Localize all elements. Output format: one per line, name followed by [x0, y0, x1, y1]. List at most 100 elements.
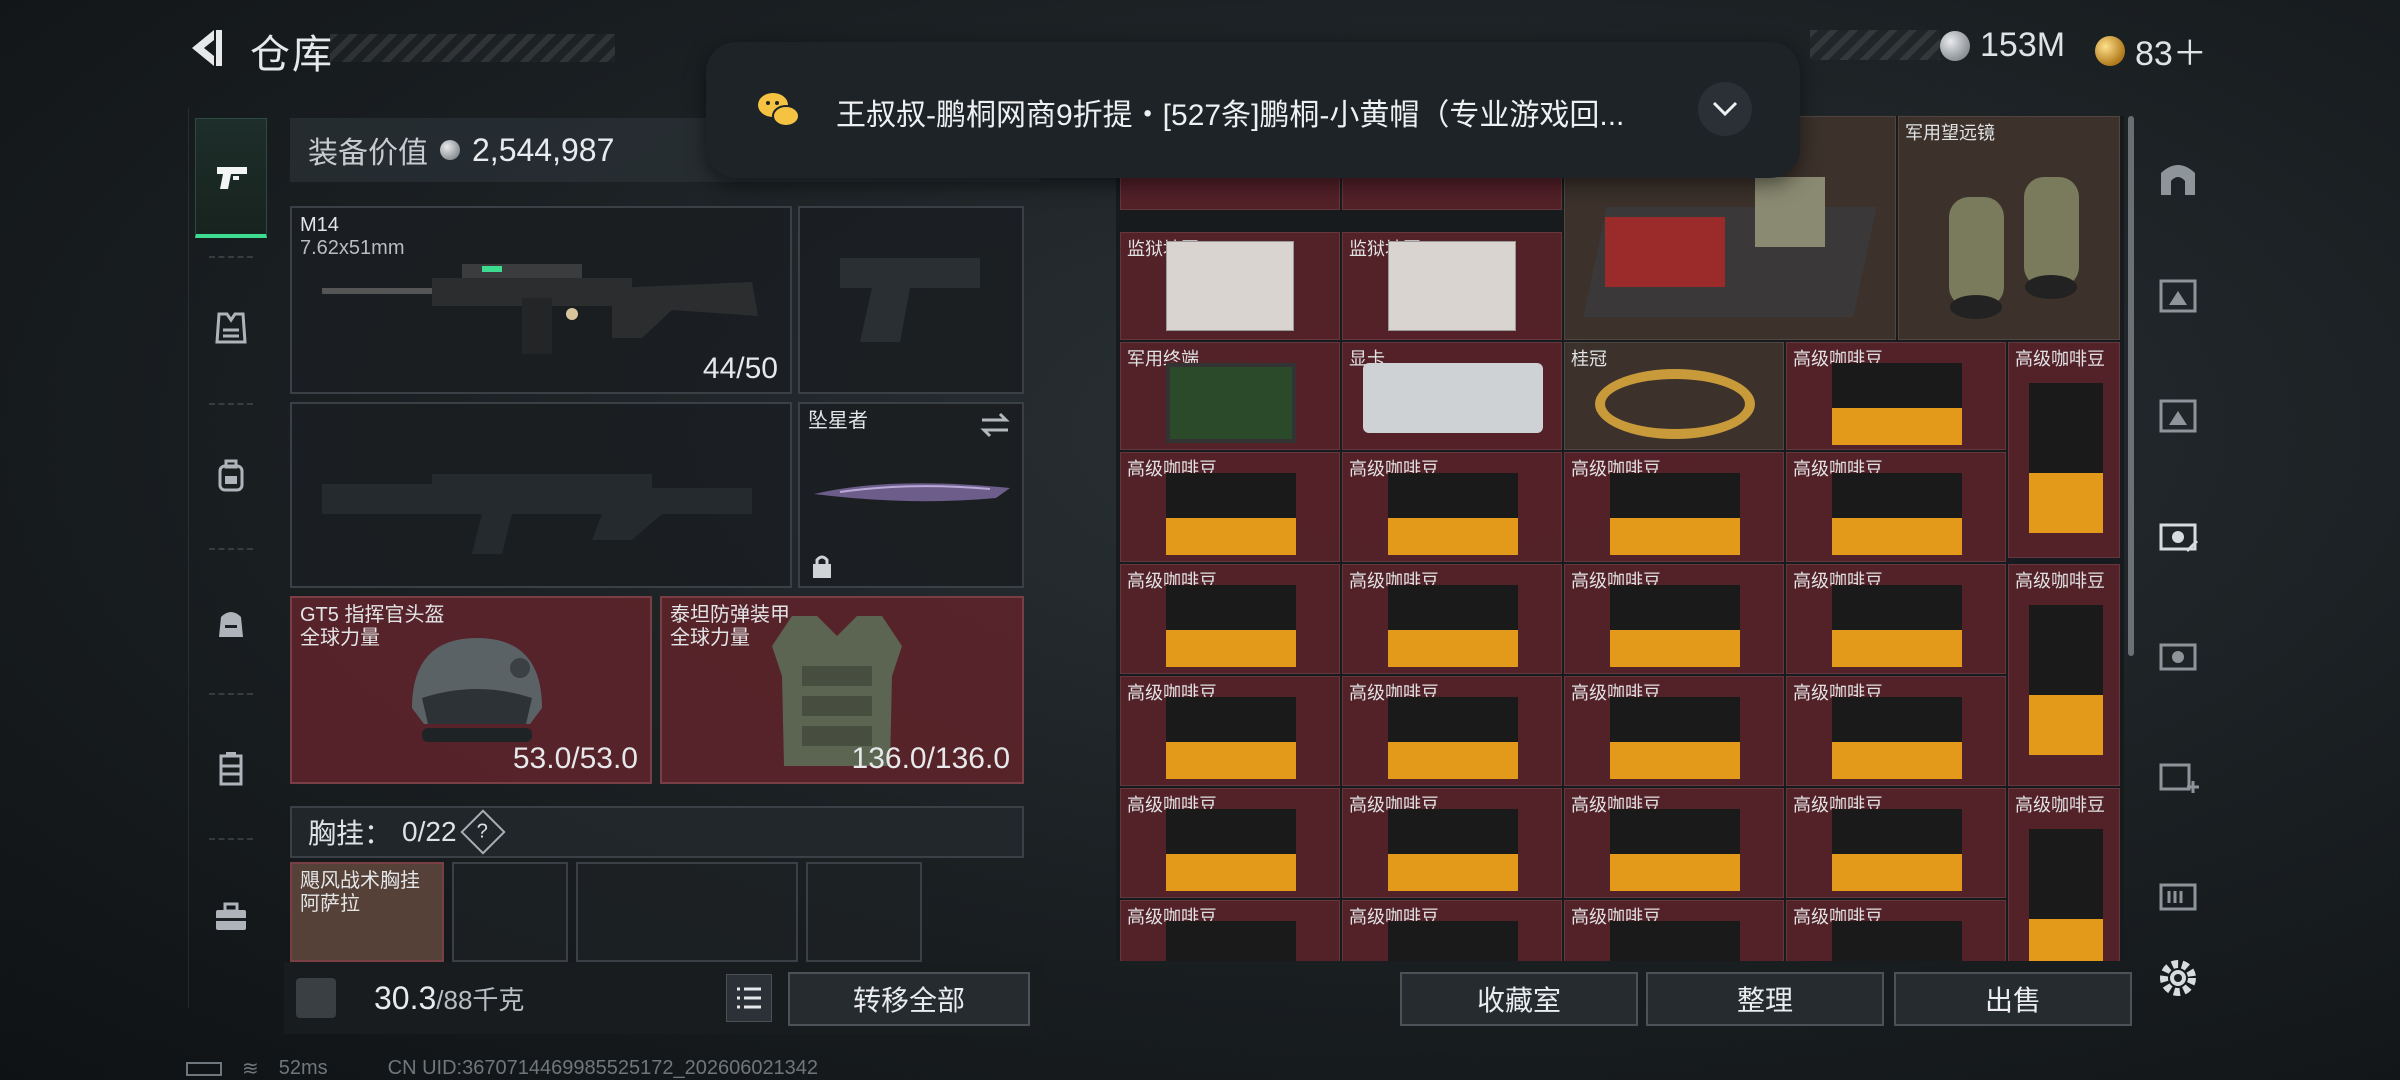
coffee-image	[1166, 921, 1296, 961]
chest-rig-item-name: 飓风战术胸挂	[300, 870, 420, 892]
battery-icon	[186, 1061, 222, 1076]
chest-rig-capacity: 0/22	[402, 816, 457, 847]
nav-toolbox[interactable]	[195, 856, 267, 976]
storage-grid[interactable]: 监狱地图 监狱地图 军用望远镜 军用终端 显卡 桂冠 高级咖啡豆 高级咖啡豆 高…	[1116, 116, 2124, 961]
nav-bag[interactable]	[195, 563, 267, 683]
storage-item-coffee[interactable]: 高级咖啡豆	[1786, 452, 2006, 562]
chest-rig-item-sub: 阿萨拉	[300, 893, 360, 915]
storage-item-gpu[interactable]: 显卡	[1342, 342, 1562, 450]
chest-rig-bar: 胸挂： 0/22 ?	[290, 806, 1024, 858]
storage-item-coffee[interactable]: 高级咖啡豆	[2008, 564, 2120, 786]
chest-rig-item[interactable]: 飓风战术胸挂 阿萨拉	[290, 862, 444, 962]
weapon-name: M14	[300, 214, 339, 236]
nav-backpack[interactable]	[195, 416, 267, 536]
collection-room-button[interactable]: 收藏室	[1400, 972, 1638, 1026]
swap-icon[interactable]	[978, 410, 1012, 440]
filter-ammo[interactable]	[2152, 868, 2204, 920]
storage-item-coffee[interactable]: 高级咖啡豆	[1342, 788, 1562, 898]
gold-coin-icon	[2095, 35, 2125, 66]
medkit-icon	[2159, 763, 2199, 793]
storage-item-coffee[interactable]: 高级咖啡豆	[1564, 452, 1784, 562]
back-button[interactable]	[184, 26, 228, 70]
pistol-slot[interactable]	[798, 206, 1024, 394]
storage-item-coffee[interactable]: 高级咖啡豆	[1342, 676, 1562, 786]
lock-icon	[813, 555, 831, 578]
storage-item-coffee[interactable]: 高级咖啡豆	[1120, 452, 1340, 562]
storage-item-coffee[interactable]: 高级咖啡豆	[1786, 342, 2006, 450]
status-bar: ≋ 52ms CN UID:3670714469985525172_202606…	[186, 1056, 818, 1080]
chest-rig-slot[interactable]	[452, 862, 568, 962]
storage-item-coffee[interactable]: 高级咖啡豆	[1342, 900, 1562, 961]
notification-text: 王叔叔-鹏桐网商9折提・[527条]鹏桐-小黄帽（专业游戏回...	[836, 99, 1625, 132]
storage-item-coffee[interactable]: 高级咖啡豆	[1120, 788, 1340, 898]
filter-medical[interactable]	[2152, 748, 2204, 800]
coffee-image	[1832, 697, 1962, 779]
coffee-image	[1610, 697, 1740, 779]
chest-rig-slot[interactable]	[806, 862, 922, 962]
storage-item-binoculars[interactable]: 军用望远镜	[1898, 116, 2120, 340]
wifi-icon: ≋	[242, 1058, 259, 1080]
nav-weapons[interactable]	[195, 118, 267, 238]
coffee-image	[1832, 809, 1962, 891]
storage-item-coffee[interactable]: 高级咖啡豆	[1120, 900, 1340, 961]
filter-v[interactable]	[2152, 628, 2204, 680]
coffee-image	[1610, 809, 1740, 891]
gold-currency[interactable]: 83＋	[2095, 26, 2207, 75]
storage-item-coffee[interactable]: 高级咖啡豆	[1786, 900, 2006, 961]
storage-item-coffee[interactable]: 高级咖啡豆	[1786, 564, 2006, 674]
chest-rig-slot[interactable]	[576, 862, 798, 962]
storage-item-coffee[interactable]: 高级咖啡豆	[2008, 788, 2120, 961]
help-button[interactable]: ?	[459, 809, 506, 855]
storage-item-coffee[interactable]: 高级咖啡豆	[1342, 452, 1562, 562]
rifle-silhouette-icon	[322, 474, 752, 554]
helmet-slot[interactable]: GT5 指挥官头盔 全球力量 53.0/53.0	[290, 596, 652, 784]
weapon-ammo: 44/50	[702, 352, 778, 385]
storage-item-coffee[interactable]: 高级咖啡豆	[1120, 676, 1340, 786]
notification-expand-button[interactable]	[1698, 82, 1752, 136]
storage-item-coffee[interactable]: 高级咖啡豆	[1120, 564, 1340, 674]
storage-item-map[interactable]: 监狱地图	[1342, 232, 1562, 340]
storage-item-coffee[interactable]: 高级咖啡豆	[1564, 564, 1784, 674]
secondary-weapon-slot[interactable]	[290, 402, 792, 588]
settings-button[interactable]	[2152, 952, 2204, 1004]
uid-text: CN UID:3670714469985525172_202606021342	[387, 1057, 819, 1079]
storage-item-coffee[interactable]: 高级咖啡豆	[1786, 676, 2006, 786]
ping-value: 52ms	[278, 1057, 328, 1079]
nav-case[interactable]	[195, 708, 267, 828]
filter-gt5[interactable]	[2152, 268, 2204, 320]
sell-button[interactable]: 出售	[1894, 972, 2132, 1026]
silver-coin-icon	[440, 140, 460, 160]
melee-name: 坠星者	[808, 410, 868, 432]
filter-all[interactable]	[2152, 152, 2204, 204]
armor-slot[interactable]: 泰坦防弹装甲 全球力量 136.0/136.0	[660, 596, 1024, 784]
armor-filter-icon	[2159, 279, 2197, 313]
storage-item-tablet[interactable]: 军用终端	[1120, 342, 1340, 450]
filter-valuables[interactable]	[2152, 508, 2204, 560]
storage-item-coffee[interactable]: 高级咖啡豆	[1564, 900, 1784, 961]
filter-iv[interactable]	[2152, 388, 2204, 440]
storage-item-coffee[interactable]: 高级咖啡豆	[1786, 788, 2006, 898]
transfer-all-button[interactable]: 转移全部	[788, 972, 1030, 1026]
storage-filter-nav	[2142, 108, 2214, 968]
storage-item-coffee[interactable]: 高级咖啡豆	[1564, 788, 1784, 898]
knife-image	[814, 483, 1010, 502]
storage-actions: 收藏室 整理 出售	[1116, 962, 2136, 1034]
storage-item-coffee[interactable]: 高级咖啡豆	[2008, 342, 2120, 558]
storage-scrollbar[interactable]	[2128, 116, 2134, 656]
storage-item-coffee[interactable]: 高级咖啡豆	[1342, 564, 1562, 674]
list-icon	[737, 987, 761, 1009]
list-view-button[interactable]	[726, 974, 772, 1022]
storage-item-crown[interactable]: 桂冠	[1564, 342, 1784, 450]
organize-button[interactable]: 整理	[1646, 972, 1884, 1026]
primary-weapon-slot[interactable]: M14 7.62x51mm 44/50	[290, 206, 792, 394]
storage-item-map[interactable]: 监狱地图	[1120, 232, 1340, 340]
case-icon	[219, 752, 243, 786]
valuables-icon	[2159, 523, 2199, 553]
storage-item-coffee[interactable]: 高级咖啡豆	[1564, 676, 1784, 786]
nav-vest[interactable]	[195, 268, 267, 388]
melee-slot[interactable]: 坠星者	[798, 402, 1024, 588]
silver-currency[interactable]: 153M	[1940, 26, 2065, 65]
notification-banner[interactable]: 王叔叔-鹏桐网商9折提・[527条]鹏桐-小黄帽（专业游戏回...	[706, 42, 1800, 178]
helmet-name: GT5 指挥官头盔	[300, 604, 445, 626]
coffee-image	[1166, 697, 1296, 779]
